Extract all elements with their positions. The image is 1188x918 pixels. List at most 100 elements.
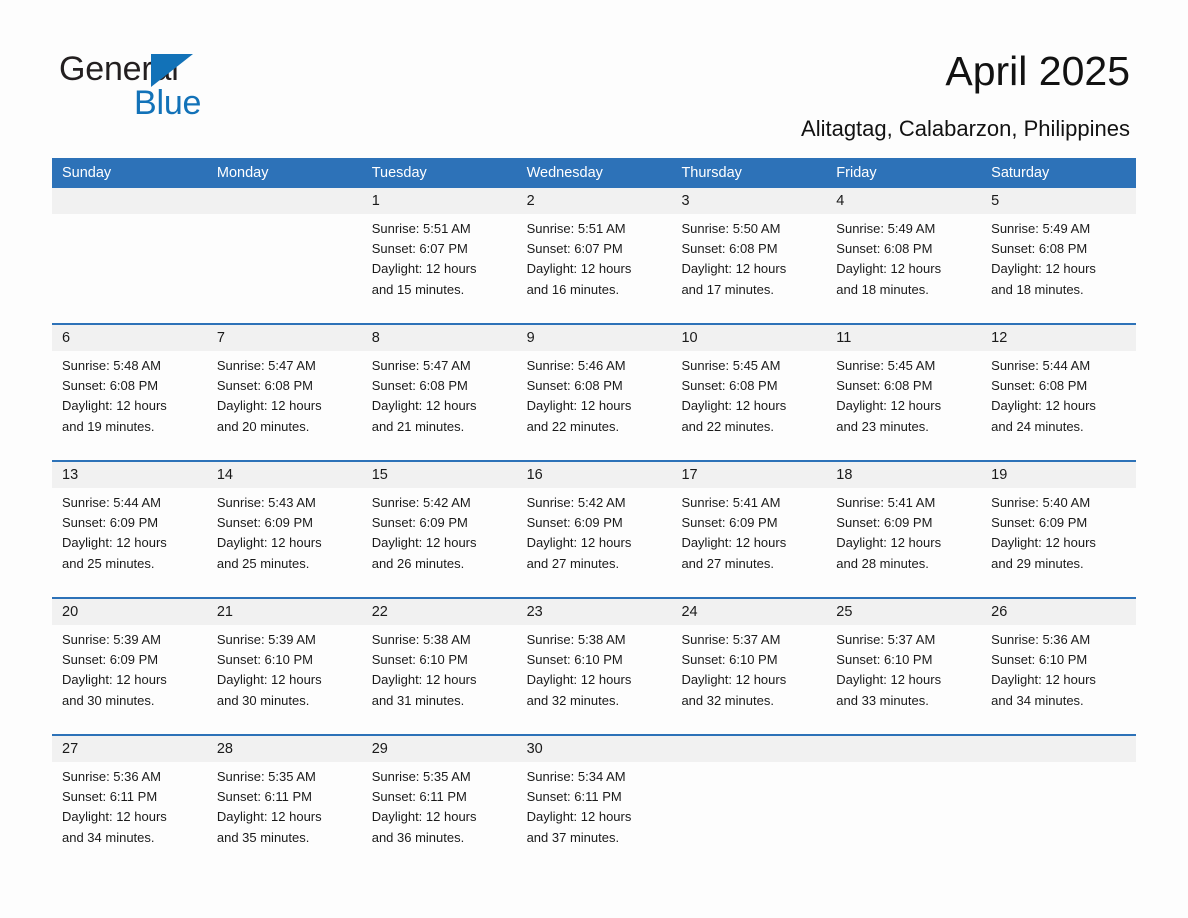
day-cell-11[interactable]: Sunrise: 5:45 AM Sunset: 6:08 PM Daylight:… — [826, 351, 981, 455]
day-detail-line: Sunrise: 5:37 AM — [836, 632, 936, 647]
day-detail-line: and 25 minutes. — [62, 555, 155, 571]
day-detail-line: Daylight: 12 hours — [836, 261, 942, 277]
day-cell-27[interactable]: Sunrise: 5:36 AM Sunset: 6:11 PM Daylight:… — [52, 762, 207, 866]
day-detail-line: Sunrise: 5:41 AM — [681, 495, 781, 510]
day-number-29[interactable]: 29 — [362, 736, 517, 762]
day-detail-line: Sunrise: 5:49 AM — [836, 221, 936, 236]
calendar-weeks: 1 2 3 4 5 Sunrise: 5:51 AM Sunset: 6:07 PM Dayl… — [52, 188, 1136, 866]
day-cell-21[interactable]: Sunrise: 5:39 AM Sunset: 6:10 PM Daylight:… — [207, 625, 362, 729]
day-cell-4[interactable]: Sunrise: 5:49 AM Sunset: 6:08 PM Daylight:… — [826, 214, 981, 318]
day-number-23[interactable]: 23 — [517, 599, 672, 625]
day-number-14[interactable]: 14 — [207, 462, 362, 488]
day-number-16[interactable]: 16 — [517, 462, 672, 488]
week-daynumber-strip: 13 14 15 16 17 18 19 — [52, 462, 1136, 488]
day-cell-15[interactable]: Sunrise: 5:42 AM Sunset: 6:09 PM Daylight:… — [362, 488, 517, 592]
day-detail-line: Sunrise: 5:37 AM — [681, 632, 781, 647]
day-cell-1[interactable]: Sunrise: 5:51 AM Sunset: 6:07 PM Daylight:… — [362, 214, 517, 318]
calendar-page: General Blue April 2025 Alitagtag, Calab… — [0, 0, 1188, 918]
day-number-20[interactable]: 20 — [52, 599, 207, 625]
day-detail-line: and 31 minutes. — [371, 692, 465, 708]
day-detail-line: Sunset: 6:09 PM — [681, 515, 778, 531]
day-detail-line: Daylight: 12 hours — [216, 672, 322, 688]
day-cell-13[interactable]: Sunrise: 5:44 AM Sunset: 6:09 PM Daylight:… — [52, 488, 207, 592]
day-number-25[interactable]: 25 — [826, 599, 981, 625]
day-number-19[interactable]: 19 — [981, 462, 1136, 488]
day-cell-empty — [52, 214, 207, 318]
day-number-15[interactable]: 15 — [362, 462, 517, 488]
weekday-header-saturday: Saturday — [991, 165, 1050, 181]
day-cell-9[interactable]: Sunrise: 5:46 AM Sunset: 6:08 PM Daylight:… — [517, 351, 672, 455]
day-cell-empty — [826, 762, 981, 866]
day-detail-line: Sunset: 6:08 PM — [836, 241, 933, 257]
day-number-30[interactable]: 30 — [517, 736, 672, 762]
day-cell-16[interactable]: Sunrise: 5:42 AM Sunset: 6:09 PM Daylight:… — [517, 488, 672, 592]
day-number-17[interactable]: 17 — [671, 462, 826, 488]
day-number-28[interactable]: 28 — [207, 736, 362, 762]
day-detail-line: and 33 minutes. — [836, 692, 929, 708]
day-cell-5[interactable]: Sunrise: 5:49 AM Sunset: 6:08 PM Daylight:… — [981, 214, 1136, 318]
day-cell-29[interactable]: Sunrise: 5:35 AM Sunset: 6:11 PM Daylight:… — [362, 762, 517, 866]
day-cell-3[interactable]: Sunrise: 5:50 AM Sunset: 6:08 PM Daylight:… — [671, 214, 826, 318]
day-number-21[interactable]: 21 — [207, 599, 362, 625]
day-detail-line: Sunset: 6:07 PM — [371, 241, 468, 257]
day-detail-line: and 18 minutes. — [991, 281, 1084, 297]
day-detail-line: Sunset: 6:08 PM — [681, 378, 778, 394]
day-detail-line: Sunrise: 5:49 AM — [991, 221, 1091, 236]
day-number-27[interactable]: 27 — [52, 736, 207, 762]
day-cell-7[interactable]: Sunrise: 5:47 AM Sunset: 6:08 PM Daylight:… — [207, 351, 362, 455]
day-number-8[interactable]: 8 — [362, 325, 517, 351]
day-cell-20[interactable]: Sunrise: 5:39 AM Sunset: 6:09 PM Daylight:… — [52, 625, 207, 729]
page-header: General Blue April 2025 Alitagtag, Calab… — [0, 0, 1188, 141]
day-number-18[interactable]: 18 — [826, 462, 981, 488]
day-cell-12[interactable]: Sunrise: 5:44 AM Sunset: 6:08 PM Daylight:… — [981, 351, 1136, 455]
week-daynumber-strip: 12345 — [52, 188, 1136, 214]
day-number-3[interactable]: 3 — [671, 188, 826, 214]
day-cell-18[interactable]: Sunrise: 5:41 AM Sunset: 6:09 PM Daylight:… — [826, 488, 981, 592]
week-detail-row: Sunrise: 5:36 AM Sunset: 6:11 PM Daylight:… — [52, 762, 1136, 866]
day-detail-line: and 18 minutes. — [836, 281, 929, 297]
day-number-empty — [826, 736, 981, 762]
day-cell-14[interactable]: Sunrise: 5:43 AM Sunset: 6:09 PM Daylight:… — [207, 488, 362, 592]
day-cell-24[interactable]: Sunrise: 5:37 AM Sunset: 6:10 PM Daylight:… — [671, 625, 826, 729]
day-cell-26[interactable]: Sunrise: 5:36 AM Sunset: 6:10 PM Daylight:… — [981, 625, 1136, 729]
day-cell-22[interactable]: Sunrise: 5:38 AM Sunset: 6:10 PM Daylight:… — [362, 625, 517, 729]
day-number-empty — [671, 736, 826, 762]
day-number-11[interactable]: 11 — [826, 325, 981, 351]
day-detail-line: Sunset: 6:10 PM — [991, 652, 1088, 668]
day-number-10[interactable]: 10 — [671, 325, 826, 351]
day-detail-line: Sunset: 6:08 PM — [991, 378, 1088, 394]
day-number-13[interactable]: 13 — [52, 462, 207, 488]
day-number-12[interactable]: 12 — [981, 325, 1136, 351]
day-number-9[interactable]: 9 — [517, 325, 672, 351]
day-cell-30[interactable]: Sunrise: 5:34 AM Sunset: 6:11 PM Daylight:… — [517, 762, 672, 866]
day-detail-line: Sunrise: 5:39 AM — [216, 632, 316, 647]
day-cell-28[interactable]: Sunrise: 5:35 AM Sunset: 6:11 PM Daylight:… — [207, 762, 362, 866]
day-number-24[interactable]: 24 — [671, 599, 826, 625]
day-detail-line: and 15 minutes. — [371, 281, 465, 297]
day-number-6[interactable]: 6 — [52, 325, 207, 351]
day-cell-2[interactable]: Sunrise: 5:51 AM Sunset: 6:07 PM Daylight:… — [517, 214, 672, 318]
day-detail-line: and 32 minutes. — [681, 692, 774, 708]
day-number-5[interactable]: 5 — [981, 188, 1136, 214]
day-cell-8[interactable]: Sunrise: 5:47 AM Sunset: 6:08 PM Daylight:… — [362, 351, 517, 455]
week-detail-row: Sunrise: 5:39 AM Sunset: 6:09 PM Daylight:… — [52, 625, 1136, 729]
day-number-7[interactable]: 7 — [207, 325, 362, 351]
day-cell-6[interactable]: Sunrise: 5:48 AM Sunset: 6:08 PM Daylight:… — [52, 351, 207, 455]
day-cell-10[interactable]: Sunrise: 5:45 AM Sunset: 6:08 PM Daylight:… — [671, 351, 826, 455]
day-detail-line: and 34 minutes. — [62, 829, 155, 845]
day-detail-line: Sunset: 6:08 PM — [526, 378, 623, 394]
day-cell-19[interactable]: Sunrise: 5:40 AM Sunset: 6:09 PM Daylight:… — [981, 488, 1136, 592]
day-number-22[interactable]: 22 — [362, 599, 517, 625]
day-cell-25[interactable]: Sunrise: 5:37 AM Sunset: 6:10 PM Daylight:… — [826, 625, 981, 729]
day-cell-17[interactable]: Sunrise: 5:41 AM Sunset: 6:09 PM Daylight:… — [671, 488, 826, 592]
day-detail-line: Daylight: 12 hours — [62, 672, 167, 688]
day-detail-line: Daylight: 12 hours — [526, 535, 632, 551]
day-number-2[interactable]: 2 — [517, 188, 672, 214]
day-number-1[interactable]: 1 — [362, 188, 517, 214]
day-cell-23[interactable]: Sunrise: 5:38 AM Sunset: 6:10 PM Daylight:… — [517, 625, 672, 729]
day-number-4[interactable]: 4 — [826, 188, 981, 214]
day-number-26[interactable]: 26 — [981, 599, 1136, 625]
day-detail-line: and 36 minutes. — [371, 829, 465, 845]
day-cell-empty — [207, 214, 362, 318]
logo-triangle-icon — [151, 54, 193, 87]
